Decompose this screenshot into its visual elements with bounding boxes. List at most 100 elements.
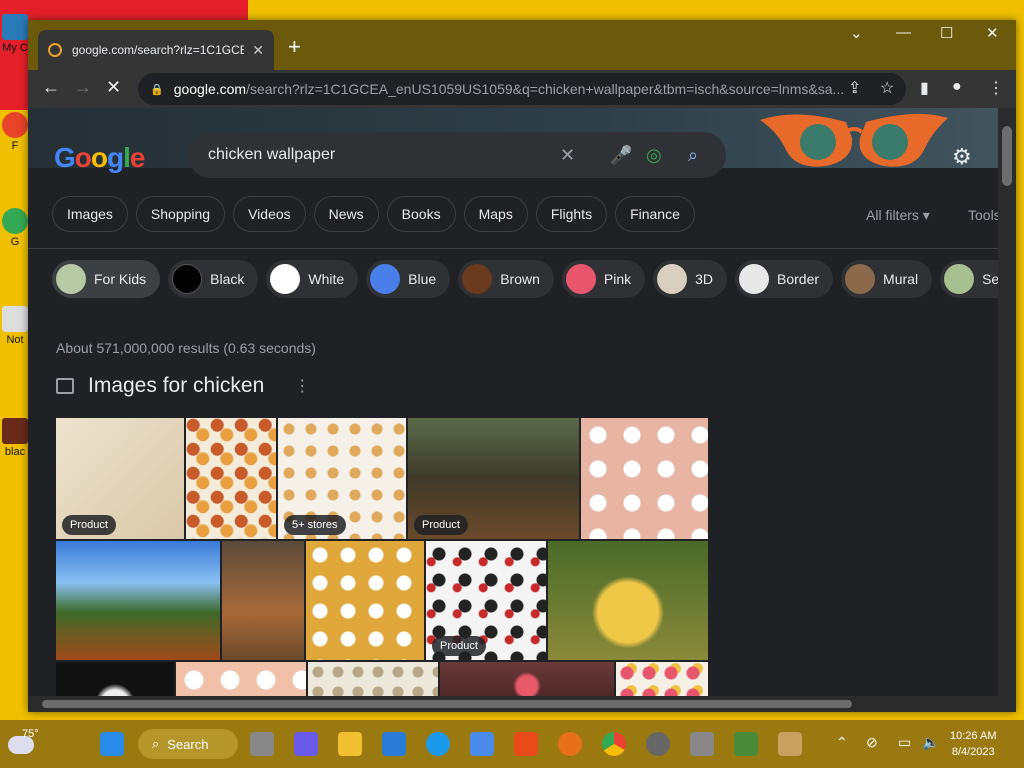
desktop-icon-my-computer[interactable]: My C [0,14,30,54]
filter-images[interactable]: Images [52,196,128,232]
desktop-icon-f[interactable]: F [0,112,30,152]
menu-kebab-icon[interactable]: ⋮ [988,78,1004,98]
address-host: google.com [173,81,247,97]
notepad-icon[interactable] [734,732,758,756]
doodle-glasses-graphic[interactable] [756,110,952,172]
settings-gear-icon[interactable]: ⚙ [952,144,972,170]
filter-books[interactable]: Books [386,196,456,232]
google-logo[interactable]: Google [54,142,145,174]
image-result[interactable] [56,662,174,696]
chevron-up-icon[interactable]: ⌃ [836,734,848,751]
search-input[interactable]: chicken wallpaper ✕ 🎤 ◎ ⌕ [188,132,726,178]
scrollbar-thumb[interactable] [1002,126,1012,186]
firefox-icon[interactable] [558,732,582,756]
file-explorer-icon[interactable] [338,732,362,756]
chip-white[interactable]: White [266,260,359,298]
browser-tab[interactable]: google.com/search?rlz=1C1GCEA ✕ [38,30,274,70]
chip-self[interactable]: Self- [940,260,998,298]
image-result[interactable]: Product [426,541,546,660]
clear-icon[interactable]: ✕ [560,145,575,166]
image-result[interactable]: 5+ stores [278,418,406,539]
scrollbar-thumb[interactable] [42,700,852,708]
all-filters-dropdown[interactable]: All filters ▾ [866,207,930,224]
side-panel-icon[interactable]: ▮ [920,78,929,98]
start-windows-icon[interactable] [100,732,124,756]
close-window-button[interactable]: ✕ [986,24,999,42]
settings-icon[interactable] [646,732,670,756]
edge-icon[interactable] [426,732,450,756]
image-result[interactable] [222,541,304,660]
archive-icon[interactable] [778,732,802,756]
mail-icon[interactable] [382,732,406,756]
filter-shopping[interactable]: Shopping [135,196,226,232]
chip-brown[interactable]: Brown [458,260,554,298]
back-arrow-icon[interactable]: ← [42,77,60,98]
office-icon[interactable] [514,732,538,756]
search-icon: ⌕ [152,736,160,751]
chip-3d[interactable]: 3D [653,260,728,298]
filter-news[interactable]: News [313,196,379,232]
browser-window: google.com/search?rlz=1C1GCEA ✕ + ⌄ — ☐ … [28,20,1016,712]
bookmark-star-icon[interactable]: ☆ [880,78,894,98]
image-result[interactable] [186,418,276,539]
forward-arrow-icon[interactable]: → [74,77,92,98]
stores-badge: 5+ stores [284,515,346,535]
image-result[interactable]: Product [408,418,579,539]
chip-blue[interactable]: Blue [366,260,451,298]
meet-icon[interactable] [294,732,318,756]
image-result[interactable] [56,541,220,660]
volume-icon[interactable]: 🔈 [922,734,939,751]
horizontal-scrollbar[interactable] [28,696,1016,712]
color-swatch [565,264,596,294]
address-bar[interactable]: 🔒 google.com /search?rlz=1C1GCEA_enUS105… [138,73,906,105]
chip-mural[interactable]: Mural [841,260,933,298]
image-result[interactable] [616,662,708,696]
desktop-icon-black[interactable]: blac [0,418,30,458]
store-icon[interactable] [470,732,494,756]
filter-flights[interactable]: Flights [535,196,608,232]
tools-button[interactable]: Tools [968,207,998,223]
maximize-button[interactable]: ☐ [940,24,953,42]
chip-black[interactable]: Black [168,260,259,298]
filter-videos[interactable]: Videos [233,196,306,232]
desktop-icon-g[interactable]: G [0,208,30,248]
image-result[interactable] [176,662,306,696]
search-icon[interactable]: ⌕ [688,145,698,166]
refinement-chips: For Kids Black White Blue Brown Pink 3D … [52,260,998,298]
image-result[interactable] [581,418,708,539]
image-result[interactable] [440,662,614,696]
chip-border[interactable]: Border [735,260,834,298]
image-result[interactable] [308,662,438,696]
tab-search-button[interactable]: ⌄ [850,24,863,42]
share-icon[interactable]: ⇪ [848,78,861,98]
chip-for-kids[interactable]: For Kids [52,260,161,298]
more-options-icon[interactable]: ⋮ [294,376,310,396]
image-result[interactable]: Product [56,418,184,539]
close-tab-icon[interactable]: ✕ [252,42,264,59]
tab-title: google.com/search?rlz=1C1GCEA [72,43,245,57]
filter-divider [28,248,998,249]
new-tab-button[interactable]: + [288,34,301,60]
profile-icon[interactable]: ● [952,78,962,96]
chrome-icon[interactable] [602,732,626,756]
stop-loading-icon[interactable]: ✕ [106,77,121,98]
network-off-icon[interactable]: ⊘ [866,734,878,751]
display-icon[interactable]: ▭ [898,734,911,751]
filter-maps[interactable]: Maps [463,196,528,232]
clock[interactable]: 10:26 AM 8/4/2023 [950,728,996,760]
lens-icon[interactable]: ◎ [646,145,662,166]
chip-pink[interactable]: Pink [561,260,646,298]
control-panel-icon[interactable] [690,732,714,756]
image-icon [56,378,74,394]
task-view-icon[interactable] [250,732,274,756]
vertical-scrollbar[interactable] [998,108,1016,696]
taskbar-search[interactable]: ⌕ Search [138,729,238,759]
weather-widget[interactable]: 75° [8,726,39,754]
image-result[interactable] [548,541,708,660]
desktop-icon-notepad[interactable]: Not [0,306,30,346]
microphone-icon[interactable]: 🎤 [610,145,632,166]
clock-time: 10:26 AM [950,730,997,742]
minimize-button[interactable]: — [896,24,911,41]
filter-finance[interactable]: Finance [615,196,695,232]
image-result[interactable] [306,541,424,660]
